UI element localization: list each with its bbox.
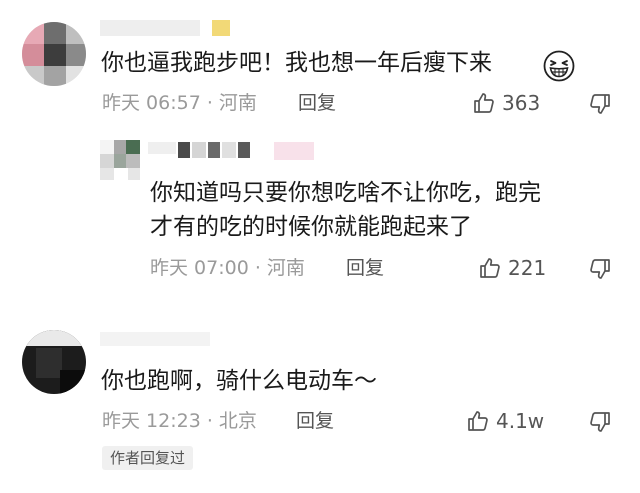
thumbs-down-icon[interactable] <box>588 257 612 281</box>
comment-text: 你也跑啊，骑什么电动车～ <box>101 368 377 394</box>
comment-text-line-2: 才有的吃的时候你就能跑起来了 <box>150 214 472 240</box>
username-blurred[interactable] <box>148 142 328 160</box>
thumbs-up-icon <box>468 411 488 431</box>
thumbs-down-icon[interactable] <box>588 410 612 434</box>
author-replied-badge: 作者回复过 <box>102 446 194 470</box>
like-button[interactable]: 221 <box>478 255 546 281</box>
like-button[interactable]: 4.1w <box>466 408 544 434</box>
comment-timestamp-location: 昨天 07:00 · 河南 <box>150 257 305 279</box>
username-blurred[interactable] <box>100 332 220 350</box>
thumbs-up-icon <box>474 93 494 113</box>
avatar[interactable] <box>22 22 86 86</box>
reply-button[interactable]: 回复 <box>296 408 334 434</box>
thumbs-down-icon[interactable] <box>588 92 612 116</box>
grinning-squint-face-emoji <box>543 50 575 82</box>
comment-timestamp-location: 昨天 06:57 · 河南 <box>102 92 257 114</box>
reply-button[interactable]: 回复 <box>346 255 384 281</box>
comment-text: 你也逼我跑步吧！我也想一年后瘦下来 <box>101 50 492 76</box>
comment-timestamp-location: 昨天 12:23 · 北京 <box>102 410 257 432</box>
avatar[interactable] <box>22 330 86 394</box>
thumbs-up-icon <box>480 258 500 278</box>
avatar[interactable] <box>100 140 140 180</box>
comment-text-line-1: 你知道吗只要你想吃啥不让你吃，跑完 <box>150 180 541 206</box>
username-blurred[interactable] <box>100 20 230 38</box>
like-count: 363 <box>502 91 541 115</box>
reply-button[interactable]: 回复 <box>298 90 336 116</box>
like-count: 4.1w <box>496 409 545 433</box>
like-button[interactable]: 363 <box>472 90 540 116</box>
like-count: 221 <box>508 256 547 280</box>
